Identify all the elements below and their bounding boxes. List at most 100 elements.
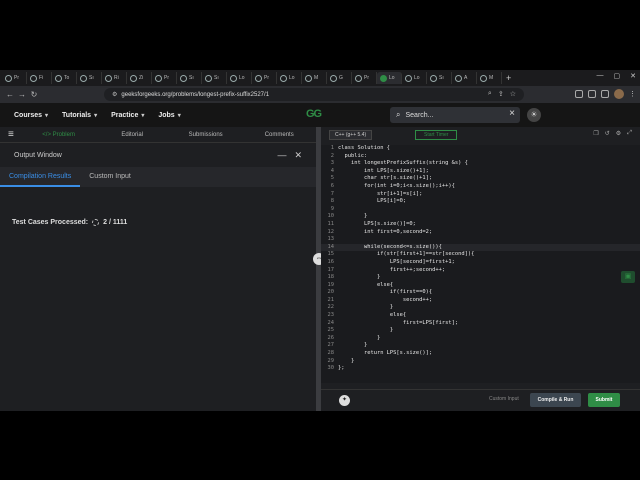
tab-favicon-icon bbox=[205, 74, 212, 82]
close-window-icon[interactable]: ✕ bbox=[630, 72, 636, 80]
chevron-down-icon: ▾ bbox=[94, 112, 98, 119]
browser-tab[interactable]: Zi bbox=[127, 72, 152, 84]
tab-editorial[interactable]: Editorial bbox=[95, 132, 169, 138]
close-panel-icon[interactable]: ✕ bbox=[294, 150, 302, 161]
tab-comments[interactable]: Comments bbox=[242, 132, 316, 138]
menu-courses[interactable]: Courses ▾ bbox=[14, 112, 48, 119]
browser-tab[interactable]: G bbox=[327, 72, 352, 84]
forward-icon[interactable]: → bbox=[16, 90, 28, 99]
line-number: 28 bbox=[327, 350, 335, 357]
line-number: 24 bbox=[327, 319, 335, 326]
chat-float-icon[interactable]: ▣ bbox=[621, 271, 635, 283]
bookmark-star-icon[interactable]: ☆ bbox=[510, 90, 516, 98]
minimize-icon[interactable]: — bbox=[597, 72, 604, 80]
editor-actions: ❐ ↺ ⚙ ⤢ bbox=[593, 130, 632, 137]
settings-gear-icon[interactable]: ⚙ bbox=[616, 130, 621, 137]
custom-input-toggle[interactable]: Custom Input bbox=[489, 396, 519, 402]
code-line: 24 first=LPS[first]; bbox=[321, 320, 640, 328]
menu-jobs[interactable]: Jobs ▾ bbox=[158, 112, 180, 119]
code-text: else{ bbox=[338, 312, 407, 319]
browser-tab[interactable]: Sı bbox=[177, 72, 202, 84]
extension-icon[interactable] bbox=[601, 90, 609, 98]
menu-tutorials[interactable]: Tutorials ▾ bbox=[62, 112, 97, 119]
extension-icon[interactable] bbox=[575, 90, 583, 98]
language-select[interactable]: C++ (g++ 5.4) bbox=[329, 130, 373, 140]
submit-button[interactable]: Submit bbox=[588, 393, 620, 407]
tab-favicon-icon bbox=[80, 74, 87, 82]
browser-tab[interactable]: Sı bbox=[77, 72, 102, 84]
new-tab-button[interactable]: + bbox=[506, 73, 511, 83]
tab-label: M bbox=[489, 75, 494, 81]
tab-label: Sı bbox=[439, 75, 444, 81]
tab-favicon-icon bbox=[30, 74, 37, 82]
gfg-logo[interactable]: GG bbox=[306, 108, 322, 120]
hamburger-icon[interactable]: ≡ bbox=[0, 129, 22, 140]
line-number: 15 bbox=[327, 251, 335, 258]
copy-icon[interactable]: ❐ bbox=[593, 130, 598, 137]
zoom-icon[interactable]: ⌕ bbox=[488, 90, 492, 98]
browser-tab[interactable]: Lo bbox=[277, 72, 302, 84]
browser-tab[interactable]: Lo bbox=[227, 72, 252, 84]
browser-tab[interactable]: M bbox=[477, 72, 502, 84]
share-icon[interactable]: ⇪ bbox=[498, 90, 504, 98]
code-line: 22 } bbox=[321, 304, 640, 312]
browser-tab[interactable]: A bbox=[452, 72, 477, 84]
browser-tab[interactable]: Fi bbox=[27, 72, 52, 84]
code-line: 26 } bbox=[321, 335, 640, 343]
back-icon[interactable]: ← bbox=[4, 90, 16, 99]
fullscreen-icon[interactable]: ⤢ bbox=[627, 130, 632, 137]
menu-practice[interactable]: Practice ▾ bbox=[111, 112, 144, 119]
code-editor[interactable]: 1 class Solution {2 public: 3 int longestP… bbox=[321, 145, 640, 383]
menu-dots-icon[interactable]: ⋮ bbox=[629, 90, 636, 98]
browser-tab[interactable]: Ri bbox=[102, 72, 127, 84]
tab-label: Pr bbox=[364, 75, 369, 81]
browser-tab[interactable]: Lo bbox=[402, 72, 427, 84]
bulb-icon[interactable]: ✦ bbox=[339, 395, 350, 406]
code-text: int longestPrefixSuffix(string &s) { bbox=[338, 160, 468, 167]
code-line: 6 for(int i=0;i<s.size();i++){ bbox=[321, 183, 640, 191]
code-text: char str[s.size()+1]; bbox=[338, 175, 433, 182]
maximize-icon[interactable]: ▢ bbox=[614, 72, 621, 80]
tab-submissions[interactable]: Submissions bbox=[169, 132, 243, 138]
profile-avatar[interactable] bbox=[614, 89, 624, 99]
search-input[interactable]: ⌕ Search... × bbox=[390, 107, 520, 123]
theme-toggle-icon[interactable]: ☀ bbox=[527, 108, 541, 122]
line-number: 18 bbox=[327, 274, 335, 281]
clear-search-icon[interactable]: × bbox=[509, 108, 515, 119]
menu-label: Jobs bbox=[158, 111, 175, 119]
tab-favicon-icon bbox=[430, 74, 437, 82]
browser-tab[interactable]: Sı bbox=[202, 72, 227, 84]
browser-tab[interactable]: Sı bbox=[427, 72, 452, 84]
extension-icon[interactable] bbox=[588, 90, 596, 98]
browser-tab[interactable]: Pr bbox=[2, 72, 27, 84]
reset-icon[interactable]: ↺ bbox=[605, 130, 610, 137]
start-timer-button[interactable]: Start Timer bbox=[415, 130, 458, 140]
browser-tab[interactable]: Pr bbox=[352, 72, 377, 84]
browser-tab[interactable]: To bbox=[52, 72, 77, 84]
code-line: 25 } bbox=[321, 327, 640, 335]
compile-run-button[interactable]: Compile & Run bbox=[530, 393, 581, 407]
code-text: return LPS[s.size()]; bbox=[338, 350, 433, 357]
tab-label: Lo bbox=[239, 75, 245, 81]
line-number: 17 bbox=[327, 266, 335, 273]
minimize-panel-icon[interactable]: — bbox=[277, 150, 286, 161]
browser-tab[interactable]: M bbox=[302, 72, 327, 84]
tab-favicon-icon bbox=[355, 74, 362, 82]
browser-tab[interactable]: Lo bbox=[377, 72, 402, 84]
code-text: else{ bbox=[338, 281, 394, 288]
tab-custom-input[interactable]: Custom Input bbox=[80, 167, 140, 187]
browser-tab[interactable]: Pr bbox=[252, 72, 277, 84]
url-field[interactable]: ⚙ geeksforgeeks.org/problems/longest-pre… bbox=[104, 88, 524, 101]
browser-tab[interactable]: Pr bbox=[152, 72, 177, 84]
tab-problem[interactable]: </> Problem bbox=[22, 132, 96, 138]
line-number: 8 bbox=[330, 198, 334, 205]
tab-compilation-results[interactable]: Compilation Results bbox=[0, 167, 81, 187]
line-number: 26 bbox=[327, 334, 335, 341]
line-number: 12 bbox=[327, 228, 335, 235]
line-number: 3 bbox=[330, 160, 334, 167]
site-info-icon[interactable]: ⚙ bbox=[112, 91, 117, 98]
tab-label: Lo bbox=[389, 75, 395, 81]
reload-icon[interactable]: ↻ bbox=[28, 90, 40, 99]
chevron-down-icon: ▾ bbox=[45, 112, 49, 119]
url-text: geeksforgeeks.org/problems/longest-prefi… bbox=[121, 91, 270, 98]
